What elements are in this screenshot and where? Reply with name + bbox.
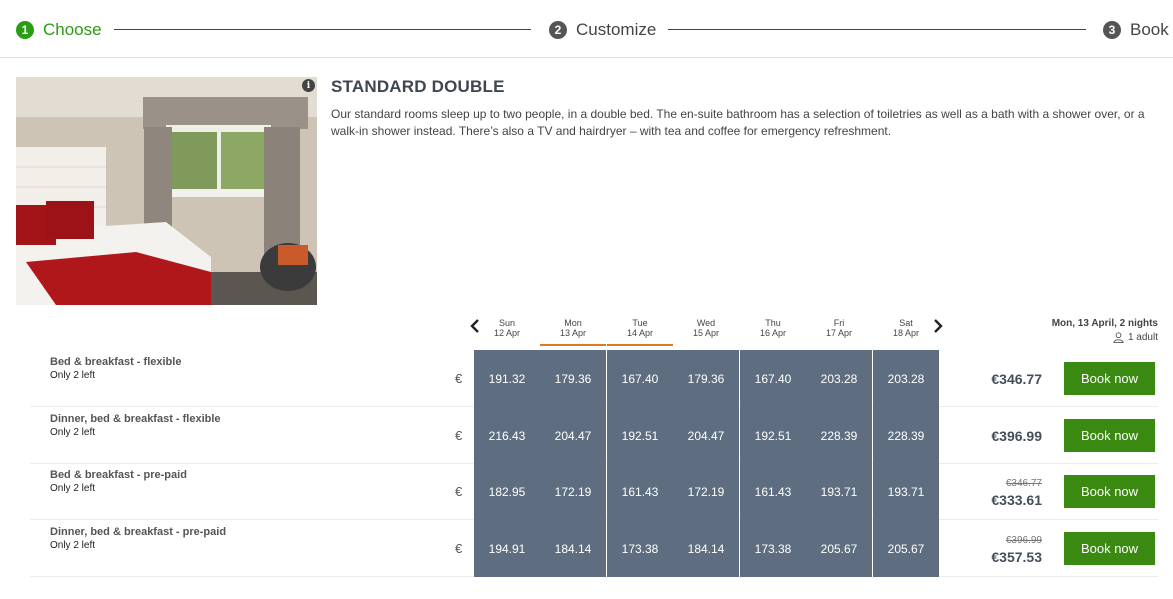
guest-summary: 1 adult — [1000, 332, 1158, 343]
step-customize[interactable]: 2 Customize — [549, 19, 656, 41]
nightly-price-cell[interactable]: 193.71 — [806, 463, 872, 520]
rate-name: Dinner, bed & breakfast - pre-paid — [50, 526, 227, 538]
day-name: Tue — [632, 318, 648, 328]
day-date: 12 Apr — [493, 328, 521, 338]
currency-symbol: € — [455, 428, 463, 443]
step-label: Customize — [576, 20, 657, 39]
day-header-5[interactable]: Fri 17 Apr — [806, 318, 872, 346]
currency-symbol: € — [455, 541, 463, 556]
day-date: 18 Apr — [892, 328, 920, 338]
step-label: Book — [1130, 20, 1169, 39]
day-header-6[interactable]: Sat 18 Apr — [873, 318, 939, 346]
book-now-button[interactable]: Book now — [1064, 532, 1155, 565]
nightly-price-cell[interactable]: 192.51 — [740, 407, 806, 464]
person-icon — [1113, 332, 1124, 343]
day-name: Sun — [498, 318, 515, 328]
day-date: 13 Apr — [559, 328, 587, 338]
nightly-price-cell[interactable]: 204.47 — [540, 407, 606, 464]
nightly-price-cell[interactable]: 172.19 — [673, 463, 739, 520]
currency-symbol: € — [455, 371, 463, 386]
step-number: 2 — [549, 21, 567, 39]
nightly-price-cell[interactable]: 172.19 — [540, 463, 606, 520]
nightly-price-cell[interactable]: 194.91 — [474, 520, 540, 577]
nightly-price-cell[interactable]: 184.14 — [673, 520, 739, 577]
book-now-button[interactable]: Book now — [1064, 475, 1155, 508]
availability-note: Only 2 left — [50, 483, 96, 494]
day-date: 15 Apr — [692, 328, 720, 338]
original-total-price: €346.77 — [1005, 478, 1042, 489]
day-date: 16 Apr — [759, 328, 787, 338]
info-icon[interactable]: i — [302, 79, 315, 92]
availability-note: Only 2 left — [50, 540, 96, 551]
total-price: €333.61 — [991, 492, 1042, 508]
nightly-price-cell[interactable]: 167.40 — [740, 350, 806, 407]
day-header-1[interactable]: Mon 13 Apr — [540, 318, 606, 346]
nightly-price-cell[interactable]: 161.43 — [607, 463, 673, 520]
total-price: €396.99 — [991, 428, 1042, 444]
total-price: €346.77 — [991, 371, 1042, 387]
step-number: 1 — [16, 21, 34, 39]
nightly-price-cell[interactable]: 173.38 — [740, 520, 806, 577]
booking-stepper: 1 Choose 2 Customize 3 Book — [0, 0, 1173, 58]
rate-name: Dinner, bed & breakfast - flexible — [50, 413, 221, 425]
day-name: Wed — [696, 318, 716, 328]
day-header-3[interactable]: Wed 15 Apr — [673, 318, 739, 346]
nightly-price-cell[interactable]: 228.39 — [873, 407, 939, 464]
stay-summary: Mon, 13 April, 2 nights — [1051, 318, 1158, 329]
nightly-price-cell[interactable]: 173.38 — [607, 520, 673, 577]
availability-note: Only 2 left — [50, 427, 96, 438]
nightly-price-cell[interactable]: 228.39 — [806, 407, 872, 464]
nightly-price-cell[interactable]: 192.51 — [607, 407, 673, 464]
rate-row: Dinner, bed & breakfast - pre-paid Only 2… — [30, 520, 1158, 577]
availability-note: Only 2 left — [50, 370, 96, 381]
nightly-price-cell[interactable]: 191.32 — [474, 350, 540, 407]
currency-symbol: € — [455, 484, 463, 499]
rate-row: Dinner, bed & breakfast - flexible Only 2… — [30, 407, 1158, 464]
original-total-price: €396.99 — [1005, 535, 1042, 546]
nightly-price-cell[interactable]: 193.71 — [873, 463, 939, 520]
book-now-button[interactable]: Book now — [1064, 419, 1155, 452]
day-name: Mon — [564, 318, 582, 328]
day-date: 14 Apr — [626, 328, 654, 338]
nightly-price-cell[interactable]: 179.36 — [673, 350, 739, 407]
day-header-2[interactable]: Tue 14 Apr — [607, 318, 673, 346]
nightly-price-cell[interactable]: 179.36 — [540, 350, 606, 407]
step-label: Choose — [43, 20, 102, 39]
day-header-0[interactable]: Sun 12 Apr — [474, 318, 540, 346]
room-title: STANDARD DOUBLE — [331, 77, 505, 96]
nightly-price-cell[interactable]: 184.14 — [540, 520, 606, 577]
nightly-price-cell[interactable]: 203.28 — [873, 350, 939, 407]
nightly-price-cell[interactable]: 204.47 — [673, 407, 739, 464]
nightly-price-cell[interactable]: 205.67 — [806, 520, 872, 577]
step-number: 3 — [1103, 21, 1121, 39]
step-book[interactable]: 3 Book — [1103, 19, 1169, 41]
nightly-price-cell[interactable]: 167.40 — [607, 350, 673, 407]
nightly-price-cell[interactable]: 216.43 — [474, 407, 540, 464]
book-now-button[interactable]: Book now — [1064, 362, 1155, 395]
day-date: 17 Apr — [825, 328, 853, 338]
rate-name: Bed & breakfast - flexible — [50, 356, 182, 368]
rate-name: Bed & breakfast - pre-paid — [50, 469, 187, 481]
rate-row: Bed & breakfast - flexible Only 2 left €19… — [30, 350, 1158, 407]
rate-row: Bed & breakfast - pre-paid Only 2 left €18… — [30, 463, 1158, 520]
step-choose[interactable]: 1 Choose — [16, 19, 102, 41]
nightly-price-cell[interactable]: 182.95 — [474, 463, 540, 520]
room-description: Our standard rooms sleep up to two peopl… — [331, 107, 1145, 138]
day-name: Thu — [765, 318, 781, 328]
nightly-price-cell[interactable]: 161.43 — [740, 463, 806, 520]
nightly-price-cell[interactable]: 203.28 — [806, 350, 872, 407]
total-price: €357.53 — [991, 549, 1042, 565]
nightly-price-cell[interactable]: 205.67 — [873, 520, 939, 577]
day-name: Sat — [899, 318, 913, 328]
day-header-4[interactable]: Thu 16 Apr — [740, 318, 806, 346]
guest-count: 1 adult — [1127, 332, 1158, 343]
step-divider — [114, 29, 531, 30]
room-photo[interactable] — [16, 77, 317, 305]
day-name: Fri — [833, 318, 845, 328]
step-divider — [668, 29, 1086, 30]
